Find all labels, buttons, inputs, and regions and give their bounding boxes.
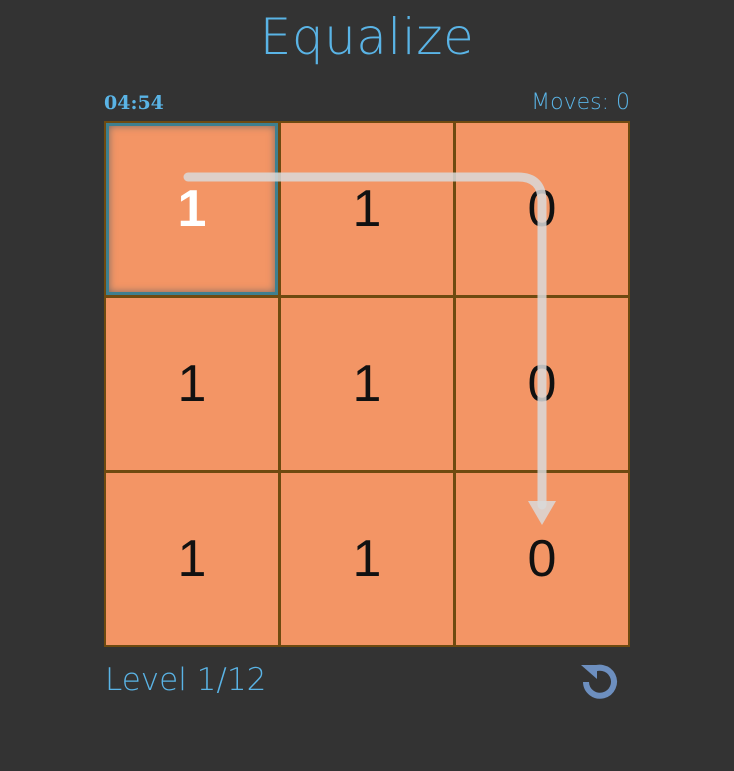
grid-cell[interactable]: 1: [106, 298, 278, 470]
timer: 04:54: [104, 92, 164, 114]
game-board: 1 1 0 1 1 0 1 1 0: [104, 121, 630, 647]
game-screen: Equalize 04:54 Moves: 0 1 1 0 1 1 0 1 1 …: [0, 0, 734, 771]
grid-cell[interactable]: 1: [281, 298, 453, 470]
grid-cell[interactable]: 1: [281, 473, 453, 645]
reset-button[interactable]: [575, 657, 625, 707]
level-indicator: Level 1/12: [105, 662, 267, 698]
moves-counter: Moves: 0: [531, 90, 630, 115]
reset-icon: [581, 664, 617, 699]
grid-cell[interactable]: 1: [106, 123, 278, 295]
grid-cell[interactable]: 1: [281, 123, 453, 295]
grid-cell[interactable]: 1: [106, 473, 278, 645]
grid-cell[interactable]: 0: [456, 298, 628, 470]
grid-cell[interactable]: 0: [456, 473, 628, 645]
grid-cell[interactable]: 0: [456, 123, 628, 295]
game-title: Equalize: [259, 8, 475, 66]
